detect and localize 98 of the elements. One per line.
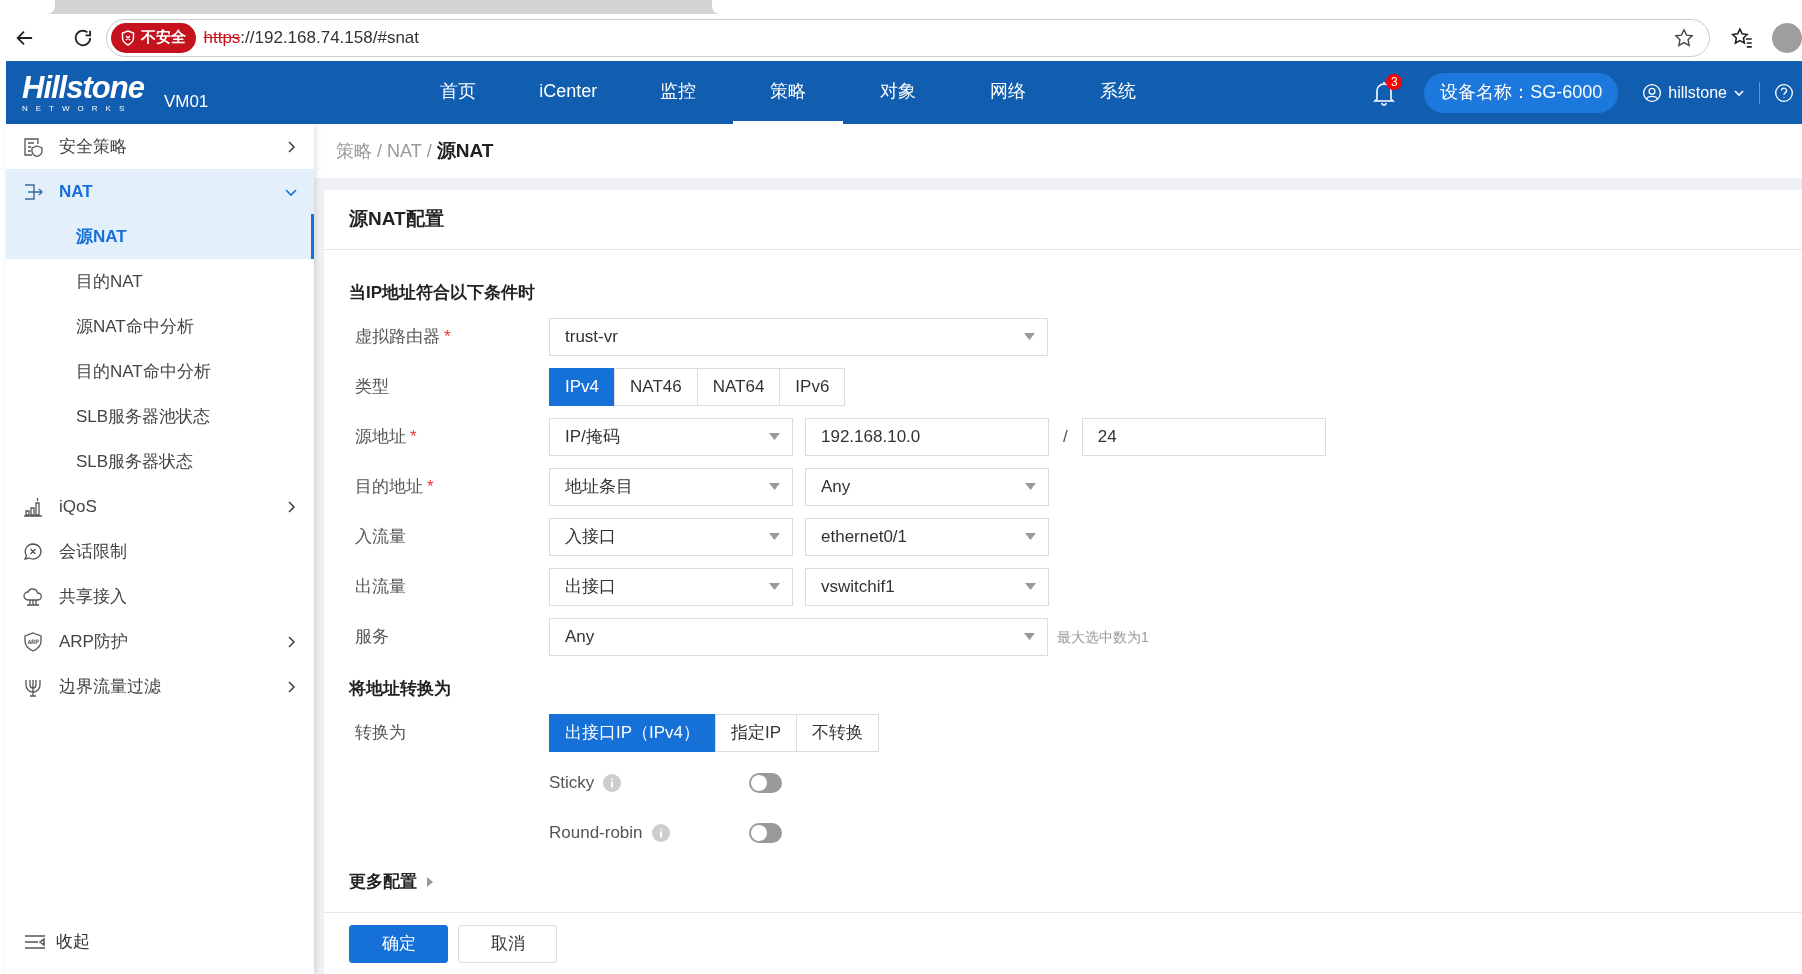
sidebar-subitem[interactable]: 目的NAT <box>6 259 314 304</box>
url-text: https://192.168.74.158/#snat <box>203 26 419 49</box>
user-menu[interactable]: hillstone <box>1642 80 1745 105</box>
info-icon <box>602 773 623 793</box>
dropdown-arrow-icon <box>1025 483 1036 491</box>
sidebar-item[interactable]: 共享接入 <box>6 574 314 619</box>
bar-chart-icon <box>23 496 43 517</box>
dropdown[interactable]: IP/掩码 <box>549 418 793 456</box>
nav-tab[interactable]: 首页 <box>403 61 514 124</box>
security-badge[interactable]: 不安全 <box>110 22 196 53</box>
confirm-button[interactable]: 确定 <box>349 924 448 963</box>
segment-option[interactable]: 出接口IP（IPv4） <box>549 714 717 752</box>
toggle-switch[interactable] <box>749 823 782 843</box>
required-mark: * <box>444 327 451 347</box>
segment-option[interactable]: IPv4 <box>549 368 616 406</box>
field-label: 入流量 <box>355 527 406 547</box>
field-label: 出流量 <box>355 577 406 597</box>
address-input[interactable]: 192.168.10.0 <box>805 418 1049 456</box>
caret-right-icon <box>425 877 435 887</box>
dropdown[interactable]: Any <box>549 618 1048 656</box>
x-bubble-icon <box>23 541 43 562</box>
segment-option[interactable]: 不转换 <box>796 714 880 752</box>
user-icon <box>1642 82 1663 103</box>
section-heading: 将地址转换为 <box>349 678 451 701</box>
more-settings-toggle[interactable]: 更多配置 <box>349 862 435 902</box>
dropdown-arrow-icon <box>1024 633 1035 641</box>
notification-badge: 3 <box>1386 73 1403 90</box>
nav-tab[interactable]: 网络 <box>953 61 1064 124</box>
dropdown[interactable]: 入接口 <box>549 518 793 556</box>
mask-input[interactable]: 24 <box>1081 418 1326 456</box>
toggle-label: Round-robin <box>549 822 643 845</box>
dropdown[interactable]: Any <box>805 468 1049 506</box>
sidebar-subitem[interactable]: 目的NAT命中分析 <box>6 349 314 394</box>
collapse-icon <box>24 934 46 950</box>
hint-text: 最大选中数为1 <box>1057 627 1149 647</box>
nav-tab[interactable]: 对象 <box>843 61 954 124</box>
section-heading: 当IP地址符合以下条件时 <box>349 282 536 305</box>
star-icon[interactable] <box>1673 26 1696 49</box>
cloud-icon <box>23 586 43 607</box>
sidebar-item[interactable]: 安全策略 <box>6 124 314 169</box>
sidebar-subitem[interactable]: SLB服务器状态 <box>6 439 314 484</box>
dropdown[interactable]: 地址条目 <box>549 468 793 506</box>
nav-tab[interactable]: 监控 <box>623 61 734 124</box>
breadcrumb-separator: / <box>426 139 432 163</box>
cancel-button[interactable]: 取消 <box>458 924 557 963</box>
segment-option[interactable]: IPv6 <box>779 368 846 406</box>
info-icon <box>650 823 671 843</box>
field-label: 服务 <box>355 627 389 647</box>
sidebar-subitem[interactable]: SLB服务器池状态 <box>6 394 314 439</box>
sidebar-item[interactable]: ARP防护 <box>6 619 314 664</box>
sidebar-item[interactable]: NAT <box>6 169 314 214</box>
toggle-label: Sticky <box>549 772 595 795</box>
arp-shield-icon <box>23 631 43 652</box>
logo-subtitle: NETWORKS <box>22 103 133 113</box>
panel-title: 源NAT配置 <box>349 207 444 232</box>
segment-option[interactable]: NAT46 <box>614 368 698 406</box>
dropdown-arrow-icon <box>769 533 780 541</box>
bell-icon[interactable] <box>1372 79 1397 106</box>
favorites-icon[interactable] <box>1730 25 1754 50</box>
sidebar-item[interactable]: iQoS <box>6 484 314 529</box>
sidebar-item[interactable]: 会话限制 <box>6 529 314 574</box>
dropdown-arrow-icon <box>769 483 780 491</box>
separator-text: / <box>1063 426 1068 449</box>
field-label: 虚拟路由器 <box>355 327 440 347</box>
sidebar-subitem[interactable]: 源NAT命中分析 <box>6 304 314 349</box>
document-shield-icon <box>23 136 43 157</box>
segment-option[interactable]: NAT64 <box>696 368 781 406</box>
profile-avatar[interactable] <box>1772 22 1802 53</box>
shield-icon <box>120 29 135 46</box>
dropdown[interactable]: ethernet0/1 <box>805 518 1049 556</box>
segment-option[interactable]: 指定IP <box>715 714 798 752</box>
dropdown-arrow-icon <box>1025 583 1036 591</box>
logo-text: Hillstone <box>22 72 144 103</box>
help-icon[interactable] <box>1774 82 1794 103</box>
product-label: VM01 <box>163 90 209 113</box>
dropdown-arrow-icon <box>769 433 780 441</box>
required-mark: * <box>427 477 434 497</box>
nav-tab[interactable]: iCenter <box>513 61 624 124</box>
field-label: 目的地址 <box>355 477 423 497</box>
collapse-button[interactable]: 收起 <box>6 920 314 964</box>
sidebar-subitem[interactable]: 源NAT <box>6 214 314 259</box>
arrow-into-bracket-icon <box>23 181 43 202</box>
field-label: 类型 <box>355 377 389 397</box>
breadcrumb-separator: / <box>377 139 382 163</box>
field-label: 转换为 <box>355 723 406 743</box>
toggle-switch[interactable] <box>749 773 782 793</box>
breadcrumb-current: 源NAT <box>436 138 494 163</box>
nav-tab[interactable]: 系统 <box>1063 61 1174 124</box>
dropdown[interactable]: 出接口 <box>549 568 793 606</box>
dropdown-arrow-icon <box>1024 333 1035 341</box>
dropdown[interactable]: trust-vr <box>549 318 1048 356</box>
sidebar-item[interactable]: 边界流量过滤 <box>6 664 314 709</box>
field-label: 源地址 <box>355 427 406 447</box>
device-name-pill: 设备名称：SG-6000 <box>1424 72 1619 113</box>
dropdown-arrow-icon <box>769 583 780 591</box>
required-mark: * <box>410 427 417 447</box>
dropdown-arrow-icon <box>1025 533 1036 541</box>
dropdown[interactable]: vswitchif1 <box>805 568 1049 606</box>
